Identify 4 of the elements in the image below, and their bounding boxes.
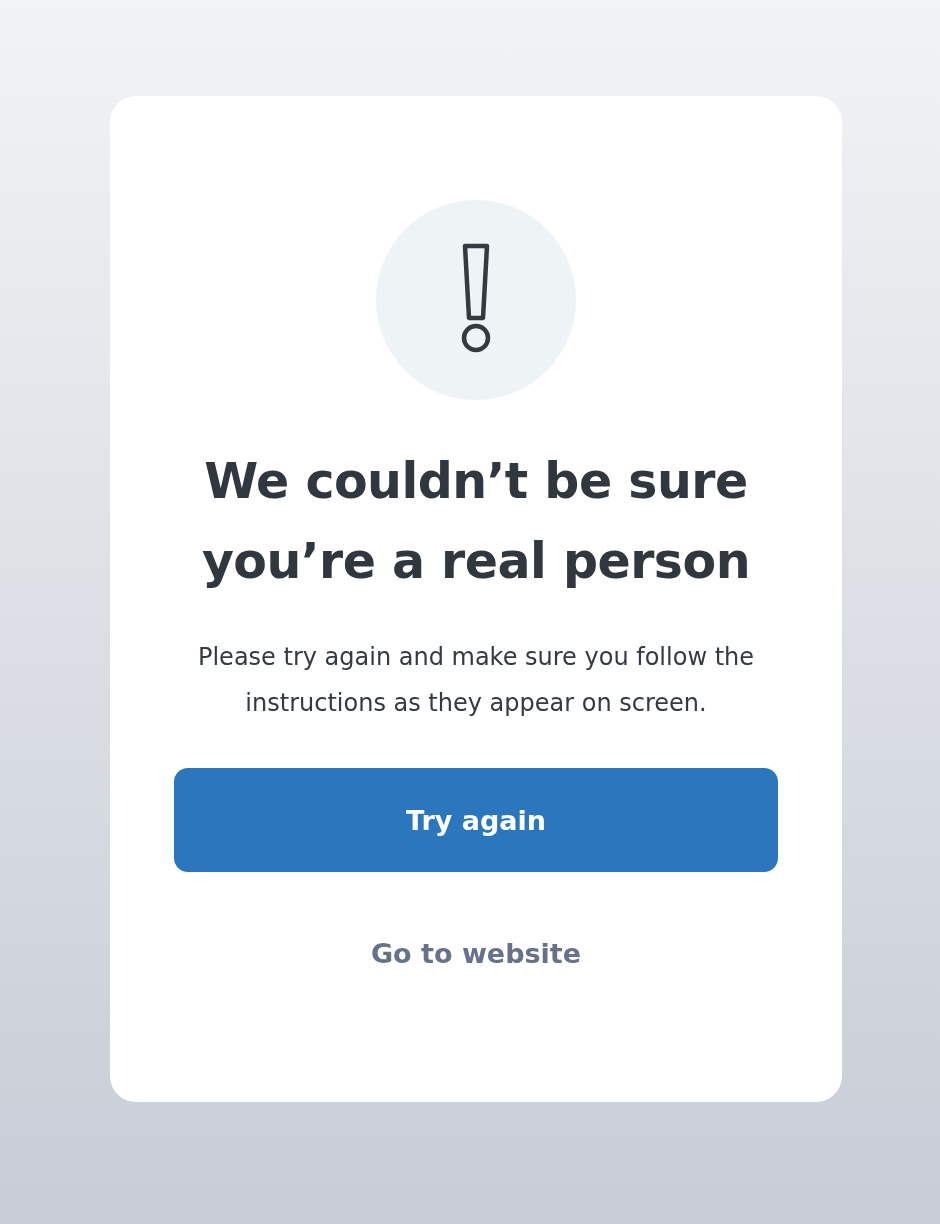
message-text: Please try again and make sure you follow the instructions as they appear on screen.	[196, 642, 756, 719]
heading: We couldn’t be sure you’re a real person	[200, 452, 752, 592]
go-to-website-link[interactable]: Go to website	[370, 938, 582, 969]
try-again-button[interactable]: Try again	[174, 768, 778, 872]
